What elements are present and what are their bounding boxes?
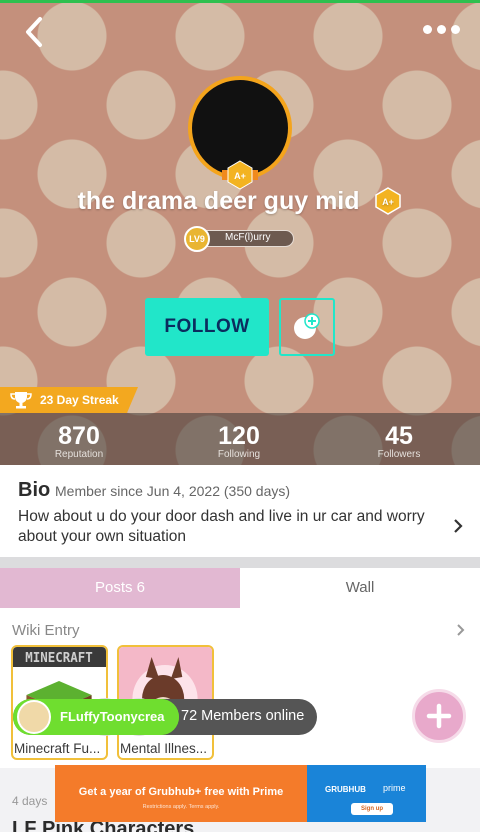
stat-label: Followers [377, 449, 421, 460]
streak-badge: 23 Day Streak [0, 387, 138, 413]
ad-fineprint: Restrictions apply. Terms apply. [142, 804, 220, 810]
profile-header: A+ the drama deer guy mid A+ McF(l)urry … [0, 0, 480, 468]
chat-icon [294, 313, 320, 339]
follow-button[interactable]: FOLLOW [145, 298, 269, 356]
stat-following[interactable]: 120 Following [184, 423, 294, 461]
stat-value: 45 [385, 422, 413, 450]
grubhub-logo: GRUBHUB [325, 785, 366, 794]
member-since: Member since Jun 4, 2022 (350 days) [55, 483, 291, 499]
stat-followers[interactable]: 45 Followers [344, 423, 454, 461]
ad-text: Get a year of Grubhub+ free with Prime R… [55, 765, 307, 822]
gold-badge-icon: A+ [375, 187, 402, 216]
stat-value: 120 [218, 422, 260, 450]
profile-tabs: Posts 6 Wall [0, 568, 480, 608]
svg-text:A+: A+ [234, 171, 246, 181]
stat-reputation[interactable]: 870 Reputation [24, 423, 134, 461]
members-online-count: 72 Members online [181, 708, 305, 724]
thumb-text: MINECRAFT [25, 651, 93, 666]
level-badge[interactable]: McF(l)urry LV9 [184, 226, 296, 252]
featured-member-name: FLuffyToonycrea [60, 709, 165, 724]
chevron-right-icon[interactable] [456, 623, 466, 637]
tab-wall[interactable]: Wall [240, 568, 480, 608]
wiki-card-caption: Mental Illnes... [120, 741, 208, 756]
bio-text: How about u do your door dash and live i… [18, 508, 425, 545]
ad-signup-button[interactable]: Sign up [351, 803, 393, 815]
wiki-card-caption: Minecraft Fu... [14, 741, 101, 756]
title-tag: McF(l)urry [225, 232, 271, 243]
online-members-bar[interactable]: FLuffyToonycrea 72 Members online [13, 698, 317, 736]
username: the drama deer guy mid A+ [0, 186, 480, 216]
profile-page: A+ the drama deer guy mid A+ McF(l)urry … [0, 0, 480, 832]
prime-logo: prime [383, 783, 406, 793]
title-pill: McF(l)urry [198, 230, 294, 247]
chevron-right-icon[interactable] [452, 518, 464, 534]
create-post-button[interactable] [412, 689, 466, 743]
ad-brand-panel: GRUBHUB prime Sign up [307, 765, 426, 822]
back-icon[interactable] [20, 15, 48, 49]
level-icon: LV9 [184, 226, 210, 252]
stat-label: Following [217, 449, 261, 460]
stat-value: 870 [58, 422, 100, 450]
divider [0, 557, 480, 568]
tab-posts[interactable]: Posts 6 [0, 568, 240, 608]
svg-text:A+: A+ [383, 197, 395, 207]
advertisement-banner[interactable]: Get a year of Grubhub+ free with Prime R… [55, 765, 426, 822]
stat-label: Reputation [54, 449, 104, 460]
wiki-title[interactable]: Wiki Entry [12, 622, 80, 639]
streak-label: 23 Day Streak [40, 393, 119, 407]
member-avatar [17, 700, 51, 734]
stats-bar: 870 Reputation 120 Following 45 Follower… [0, 413, 480, 468]
ad-headline: Get a year of Grubhub+ free with Prime [78, 786, 284, 798]
wiki-section: Wiki Entry MINECRAFT Minecraft Fu... Men… [0, 608, 480, 768]
post-time: 4 days [12, 794, 48, 808]
trophy-icon [10, 392, 32, 409]
bio-section[interactable]: Bio Member since Jun 4, 2022 (350 days) … [0, 465, 480, 557]
username-text: the drama deer guy mid [77, 186, 360, 215]
more-options-icon[interactable] [420, 19, 460, 39]
bio-title: Bio [18, 479, 51, 501]
plus-icon [426, 703, 452, 729]
chat-button[interactable] [279, 298, 335, 356]
